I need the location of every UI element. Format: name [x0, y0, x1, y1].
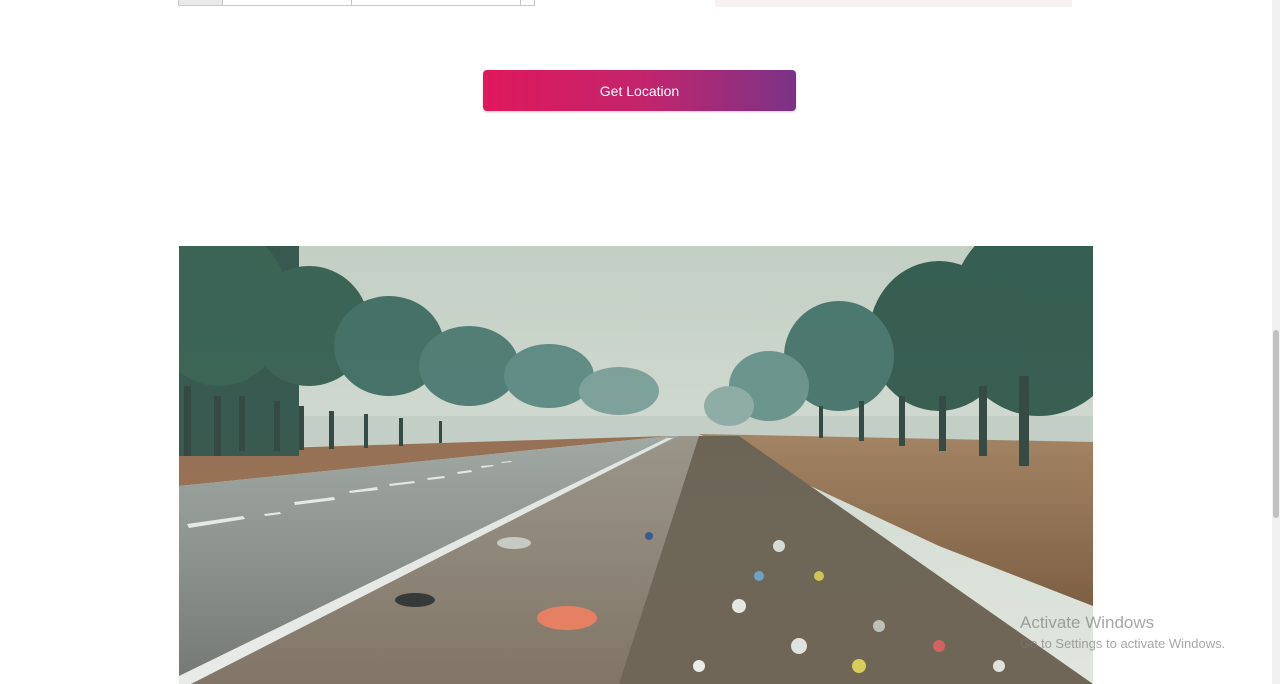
info-panel-fragment: [715, 0, 1072, 7]
page-scrollbar[interactable]: [1272, 0, 1280, 684]
scrollbar-thumb[interactable]: [1273, 330, 1279, 518]
data-table-fragment: [178, 0, 535, 6]
activate-windows-watermark: Activate Windows Go to Settings to activ…: [1020, 613, 1225, 651]
watermark-subtitle: Go to Settings to activate Windows.: [1020, 636, 1226, 651]
table-divider: [520, 0, 521, 5]
hero-image: [179, 246, 1093, 684]
table-divider: [351, 0, 352, 5]
table-cell: [179, 0, 223, 5]
get-location-button[interactable]: Get Location: [483, 70, 796, 111]
watermark-title: Activate Windows: [1020, 613, 1155, 632]
